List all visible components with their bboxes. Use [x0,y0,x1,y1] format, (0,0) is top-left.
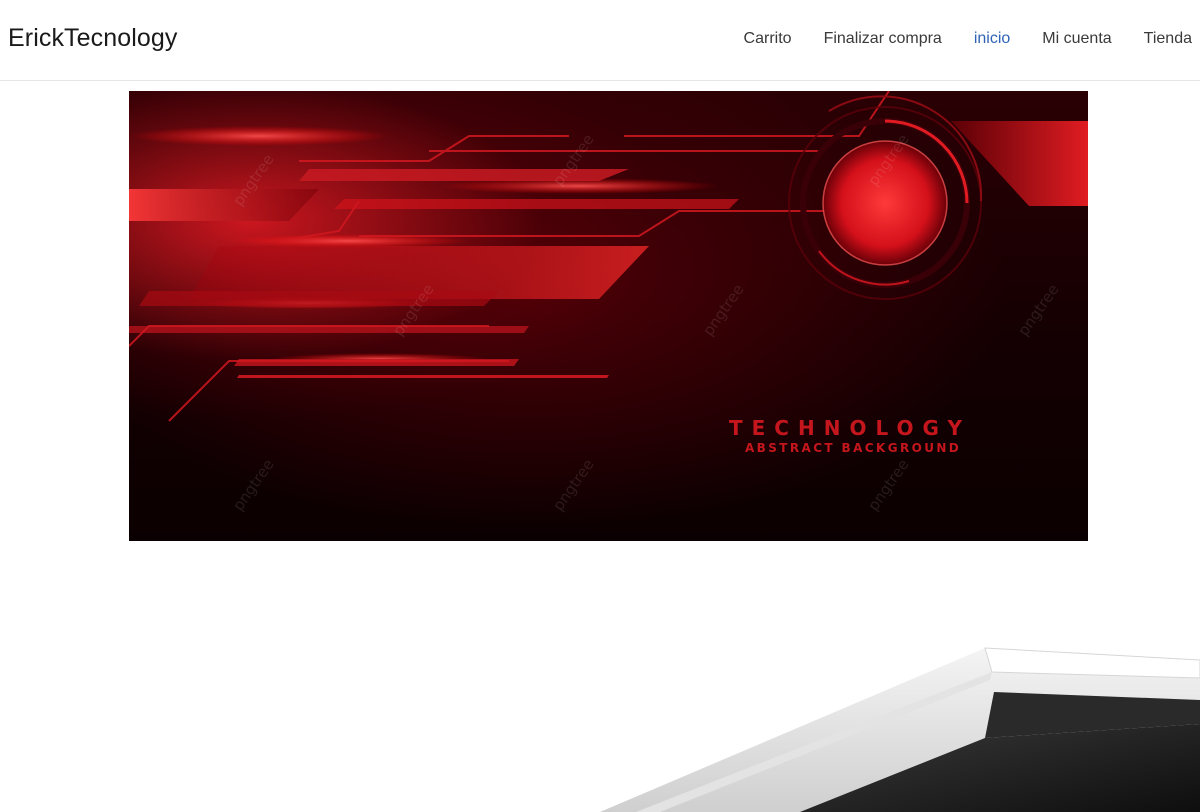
nav-link-mi-cuenta[interactable]: Mi cuenta [1042,30,1111,47]
nav-item-carrito: Carrito [744,30,792,48]
nav-item-inicio: inicio [974,30,1010,48]
nav-item-finalizar-compra: Finalizar compra [824,30,942,48]
site-header: ErickTecnology Carrito Finalizar compra … [0,0,1200,81]
circuit-panel [299,169,629,181]
circuit-panel [129,326,529,333]
nav-link-inicio[interactable]: inicio [974,30,1010,47]
circuit-panel [334,199,739,209]
nav-link-carrito[interactable]: Carrito [744,30,792,47]
banner-graphic [129,91,1088,422]
product-graphic [600,647,1200,812]
product-image [600,600,1200,812]
site-brand-link[interactable]: ErickTecnology [8,24,178,53]
nav-link-tienda[interactable]: Tienda [1144,30,1192,47]
banner-title: TECHNOLOGY [729,416,971,440]
hero-banner-image: pngtree pngtree pngtree pngtree pngtree … [129,91,1088,541]
main-nav: Carrito Finalizar compra inicio Mi cuent… [744,30,1192,48]
nav-item-tienda: Tienda [1144,30,1192,48]
nav-item-mi-cuenta: Mi cuenta [1042,30,1111,48]
circuit-panel [139,291,499,306]
banner-subtitle: ABSTRACT BACKGROUND [745,441,962,455]
light-streak [129,126,389,146]
nav-link-finalizar-compra[interactable]: Finalizar compra [824,30,942,47]
circuit-panel [129,189,319,221]
circuit-panel [237,375,609,378]
